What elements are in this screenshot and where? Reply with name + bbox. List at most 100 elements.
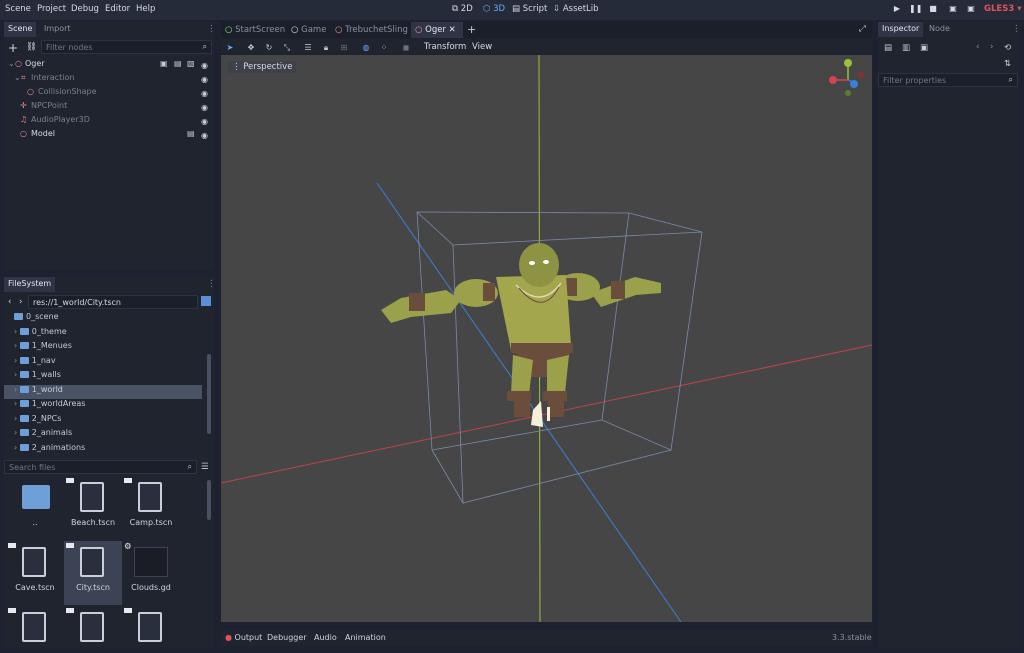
mode-assetlib-button[interactable]: ⇩ AssetLib	[553, 4, 599, 14]
add-node-icon[interactable]: +	[8, 41, 18, 55]
move-tool-icon[interactable]: ✥	[245, 43, 257, 53]
y-axis-handle[interactable]	[844, 59, 852, 67]
link-icon[interactable]: ⛓	[26, 42, 37, 52]
tree-node-collisionshape[interactable]: ○ CollisionShape ◉	[4, 87, 214, 101]
file-tile[interactable]	[64, 606, 122, 646]
rotate-tool-icon[interactable]: ↻	[263, 43, 275, 53]
file-clouds[interactable]: ⚙ Clouds.gd	[122, 541, 180, 605]
save-icon[interactable]: ▣	[920, 43, 928, 53]
tree-node-oger[interactable]: ⌄ ○ Oger ▣ ▤ ▧ ◉	[4, 59, 214, 73]
folder-row[interactable]: › 2_animations	[4, 443, 202, 457]
folder-row-selected[interactable]: › 1_world	[4, 384, 202, 399]
folder-row[interactable]: › 0_theme	[4, 327, 202, 341]
editor-tab-trebuchetsling[interactable]: ○ TrebuchetSling	[335, 25, 408, 35]
scale-tool-icon[interactable]: ⤡	[281, 43, 293, 53]
folder-row[interactable]: › 1_Menues	[4, 341, 202, 355]
pause-icon[interactable]: ❚❚	[909, 4, 922, 13]
view-menu[interactable]: View	[472, 42, 492, 52]
camera-icon[interactable]: ◼	[400, 43, 412, 53]
menu-project[interactable]: Project	[37, 4, 66, 14]
split-view-icon[interactable]	[201, 296, 211, 306]
lock-icon[interactable]: 🔒︎	[320, 43, 332, 53]
orientation-gizmo[interactable]	[829, 59, 864, 96]
tree-node-npcpoint[interactable]: ✛ NPCPoint ◉	[4, 101, 214, 115]
perspective-menu[interactable]: ⋮ Perspective	[228, 61, 297, 73]
mode-3d-button[interactable]: ⬡ 3D	[483, 4, 505, 14]
tab-filesystem[interactable]: FileSystem	[4, 277, 56, 292]
editor-tab-startscreen[interactable]: ○ StartScreen	[225, 25, 285, 35]
play-custom-icon[interactable]: ▣	[965, 4, 977, 13]
visibility-eye-icon[interactable]: ◉	[201, 61, 208, 70]
scrollbar[interactable]	[207, 354, 211, 434]
visibility-eye-icon[interactable]: ◉	[201, 103, 208, 112]
transform-menu[interactable]: Transform	[424, 42, 466, 52]
clapper-icon[interactable]: ▤	[174, 59, 182, 68]
play-icon[interactable]: ▶	[891, 4, 903, 13]
stop-icon[interactable]: ■	[927, 4, 939, 13]
debugger-tab[interactable]: Debugger	[267, 633, 307, 642]
list-view-icon[interactable]: ☰	[201, 462, 209, 472]
file-cave[interactable]: Cave.tscn	[6, 541, 64, 605]
close-icon[interactable]: ✕	[449, 25, 456, 35]
animation-tab[interactable]: Animation	[345, 633, 386, 642]
add-tab-icon[interactable]: +	[467, 23, 476, 36]
tab-inspector[interactable]: Inspector	[878, 22, 924, 37]
output-tab[interactable]: ● Output	[225, 633, 262, 642]
file-tile[interactable]	[122, 606, 180, 646]
history-icon[interactable]: ⟲	[1004, 43, 1011, 53]
dock-menu-icon[interactable]: ⋮	[207, 24, 216, 34]
forward-arrow-icon[interactable]: ›	[19, 297, 22, 307]
dock-menu-icon[interactable]: ⋮	[207, 279, 216, 289]
instance-icon[interactable]: ▣	[160, 59, 168, 68]
mode-script-button[interactable]: ▤ Script	[512, 4, 547, 14]
filter-properties-input[interactable]: Filter properties ⌕	[878, 73, 1018, 87]
tab-node[interactable]: Node	[925, 22, 954, 37]
filter-nodes-input[interactable]: Filter nodes ⌕	[41, 40, 212, 54]
search-files-input[interactable]: Search files ⌕	[4, 460, 197, 474]
folder-row[interactable]: › 1_worldAreas	[4, 399, 202, 413]
audio-tab[interactable]: Audio	[314, 633, 337, 642]
tab-import[interactable]: Import	[40, 22, 75, 37]
visibility-eye-icon[interactable]: ◉	[201, 117, 208, 126]
editor-tab-oger[interactable]: ○ Oger ✕	[411, 22, 463, 38]
renderer-badge[interactable]: GLES3 ▾	[984, 4, 1021, 14]
group-icon[interactable]: ⊞	[338, 43, 350, 53]
x-axis-handle[interactable]	[829, 76, 837, 84]
visibility-eye-icon[interactable]: ◉	[201, 89, 208, 98]
dock-menu-icon[interactable]: ⋮	[1012, 24, 1021, 34]
tree-node-audioplayer[interactable]: ♫ AudioPlayer3D ◉	[4, 115, 214, 129]
tab-scene[interactable]: Scene	[4, 22, 37, 37]
history-back-icon[interactable]: ‹	[976, 42, 979, 52]
fullscreen-icon[interactable]: ⤢	[859, 24, 866, 34]
open-folder-icon[interactable]: ▥	[902, 43, 910, 53]
script-icon[interactable]: ▧	[187, 59, 195, 68]
visibility-eye-icon[interactable]: ◉	[201, 131, 208, 140]
folder-row[interactable]: › 2_NPCs	[4, 414, 202, 428]
new-resource-icon[interactable]: ▤	[884, 43, 892, 53]
list-select-icon[interactable]: ☰	[302, 43, 314, 53]
back-arrow-icon[interactable]: ‹	[8, 297, 11, 307]
tree-node-model[interactable]: ○ Model ▤ ◉	[4, 129, 214, 143]
mode-2d-button[interactable]: ⧉ 2D	[452, 4, 473, 14]
tree-node-interaction[interactable]: ⌄ ⌗ Interaction ◉	[4, 73, 214, 87]
select-tool-icon[interactable]: ➤	[224, 43, 236, 53]
folder-row[interactable]: › 1_walls	[4, 370, 202, 384]
play-scene-icon[interactable]: ▣	[947, 4, 959, 13]
folder-row[interactable]: 0_scene	[4, 312, 202, 326]
file-tile[interactable]	[6, 606, 64, 646]
scrollbar[interactable]	[207, 480, 211, 520]
file-city-selected[interactable]: City.tscn	[64, 541, 122, 605]
local-space-icon[interactable]: ◍	[360, 43, 372, 53]
visibility-eye-icon[interactable]: ◉	[201, 75, 208, 84]
path-field[interactable]: res://1_world/City.tscn	[28, 295, 198, 309]
snap-icon[interactable]: ⁘	[378, 43, 390, 53]
folder-row[interactable]: › 1_nav	[4, 356, 202, 370]
z-axis-handle[interactable]	[850, 80, 858, 88]
clapper-icon[interactable]: ▤	[187, 129, 195, 138]
history-forward-icon[interactable]: ›	[990, 42, 993, 52]
editor-tab-game[interactable]: ○ Game	[291, 25, 326, 35]
folder-row[interactable]: › 2_animals	[4, 428, 202, 442]
file-parent-dir[interactable]: ..	[6, 476, 64, 540]
file-camp[interactable]: Camp.tscn	[122, 476, 180, 540]
menu-help[interactable]: Help	[136, 4, 155, 14]
